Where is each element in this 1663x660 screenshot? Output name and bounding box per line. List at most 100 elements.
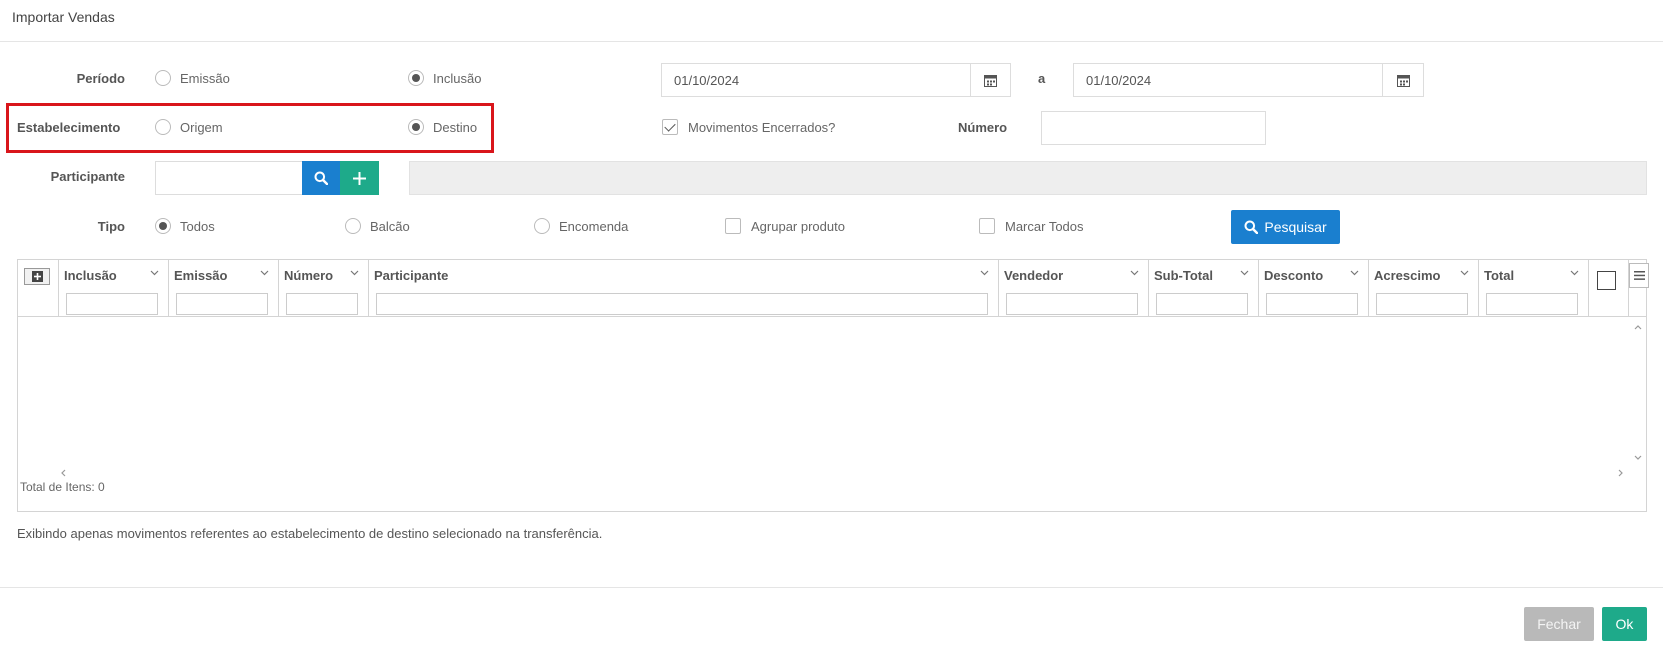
participante-add-button[interactable] bbox=[340, 161, 379, 195]
column-acrescimo[interactable]: Acrescimo bbox=[1369, 260, 1479, 317]
column-inclusao[interactable]: Inclusão bbox=[59, 260, 169, 317]
radio-label: Todos bbox=[180, 218, 215, 234]
column-title: Acrescimo bbox=[1374, 268, 1441, 283]
filter-inclusao-input[interactable] bbox=[66, 293, 158, 315]
grid-header: Inclusão Emissão Número Participante Ven… bbox=[18, 260, 1649, 317]
column-select bbox=[1589, 260, 1629, 317]
checkbox-label: Marcar Todos bbox=[1005, 218, 1084, 234]
filter-desconto-input[interactable] bbox=[1266, 293, 1358, 315]
footer-divider bbox=[0, 587, 1663, 588]
chevron-down-icon[interactable] bbox=[1240, 268, 1249, 277]
checkbox-movimentos-encerrados[interactable]: Movimentos Encerrados? bbox=[662, 119, 835, 135]
radio-circle bbox=[155, 70, 171, 86]
radio-label: Emissão bbox=[180, 70, 230, 86]
radio-circle-selected bbox=[408, 119, 424, 135]
chevron-down-icon[interactable] bbox=[1350, 268, 1359, 277]
dialog-title: Importar Vendas bbox=[12, 9, 115, 25]
participante-label: Participante bbox=[50, 169, 125, 184]
column-emissao[interactable]: Emissão bbox=[169, 260, 279, 317]
radio-tipo-balcao[interactable]: Balcão bbox=[345, 218, 410, 234]
column-desconto[interactable]: Desconto bbox=[1259, 260, 1369, 317]
hamburger-menu-icon bbox=[1633, 271, 1645, 280]
column-numero[interactable]: Número bbox=[279, 260, 369, 317]
checkbox-label: Movimentos Encerrados? bbox=[688, 119, 836, 135]
ok-button[interactable]: Ok bbox=[1602, 607, 1647, 641]
chevron-down-icon[interactable] bbox=[150, 268, 159, 277]
calendar-icon bbox=[1396, 74, 1410, 87]
radio-tipo-encomenda[interactable]: Encomenda bbox=[534, 218, 628, 234]
column-title: Total bbox=[1484, 268, 1515, 283]
info-text: Exibindo apenas movimentos referentes ao… bbox=[17, 526, 603, 541]
checkbox-unchecked bbox=[979, 218, 995, 234]
grid-body bbox=[18, 318, 1646, 498]
grid-menu-button[interactable] bbox=[1629, 263, 1649, 288]
pesquisar-button[interactable]: Pesquisar bbox=[1231, 210, 1340, 244]
radio-label: Origem bbox=[180, 119, 223, 135]
radio-label: Inclusão bbox=[433, 70, 482, 86]
date-from-calendar-button[interactable] bbox=[971, 63, 1011, 97]
participante-search-button[interactable] bbox=[302, 161, 340, 195]
date-from-input[interactable] bbox=[661, 63, 971, 97]
radio-circle-selected bbox=[408, 70, 424, 86]
checkbox-marcar-todos[interactable]: Marcar Todos bbox=[979, 218, 1084, 234]
numero-input[interactable] bbox=[1041, 111, 1266, 145]
checkbox-agrupar-produto[interactable]: Agrupar produto bbox=[725, 218, 845, 234]
column-sub-total[interactable]: Sub-Total bbox=[1149, 260, 1259, 317]
dialog-header: Importar Vendas bbox=[0, 0, 1663, 42]
filter-emissao-input[interactable] bbox=[176, 293, 268, 315]
column-vendedor[interactable]: Vendedor bbox=[999, 260, 1149, 317]
chevron-down-icon[interactable] bbox=[1130, 268, 1139, 277]
filter-vendedor-input[interactable] bbox=[1006, 293, 1138, 315]
column-title: Emissão bbox=[174, 268, 228, 283]
filter-participante-input[interactable] bbox=[376, 293, 988, 315]
search-icon bbox=[314, 171, 328, 185]
grid-expand-column bbox=[18, 260, 59, 317]
radio-tipo-todos[interactable]: Todos bbox=[155, 218, 215, 234]
scroll-down-icon[interactable] bbox=[1633, 453, 1643, 463]
filter-sub-total-input[interactable] bbox=[1156, 293, 1248, 315]
column-participante[interactable]: Participante bbox=[369, 260, 999, 317]
checkbox-unchecked bbox=[725, 218, 741, 234]
chevron-down-icon[interactable] bbox=[350, 268, 359, 277]
periodo-label: Período bbox=[76, 71, 125, 86]
column-title: Participante bbox=[374, 268, 449, 283]
radio-label: Balcão bbox=[370, 218, 410, 234]
chevron-down-icon[interactable] bbox=[260, 268, 269, 277]
chevron-down-icon[interactable] bbox=[1570, 268, 1579, 277]
numero-label: Número bbox=[958, 120, 1008, 135]
scroll-up-icon[interactable] bbox=[1633, 322, 1643, 332]
total-itens-label: Total de Itens: 0 bbox=[20, 480, 105, 494]
scroll-left-icon[interactable] bbox=[58, 468, 68, 478]
radio-circle bbox=[155, 119, 171, 135]
filter-acrescimo-input[interactable] bbox=[1376, 293, 1468, 315]
radio-periodo-emissao[interactable]: Emissão bbox=[155, 70, 230, 86]
scroll-right-icon[interactable] bbox=[1616, 468, 1626, 478]
radio-estabelecimento-origem[interactable]: Origem bbox=[155, 119, 223, 135]
filter-total-input[interactable] bbox=[1486, 293, 1578, 315]
expand-all-button[interactable] bbox=[24, 268, 50, 285]
plus-icon bbox=[353, 171, 366, 185]
chevron-down-icon[interactable] bbox=[1460, 268, 1469, 277]
column-title: Sub-Total bbox=[1154, 268, 1213, 283]
radio-circle bbox=[534, 218, 550, 234]
date-to-calendar-button[interactable] bbox=[1383, 63, 1424, 97]
participante-input[interactable] bbox=[155, 161, 303, 195]
column-total[interactable]: Total bbox=[1479, 260, 1589, 317]
radio-estabelecimento-destino[interactable]: Destino bbox=[408, 119, 477, 135]
date-to-input[interactable] bbox=[1073, 63, 1383, 97]
filter-numero-input[interactable] bbox=[286, 293, 358, 315]
chevron-down-icon[interactable] bbox=[980, 268, 989, 277]
plus-square-icon bbox=[31, 271, 43, 282]
fechar-button[interactable]: Fechar bbox=[1524, 607, 1594, 641]
radio-periodo-inclusao[interactable]: Inclusão bbox=[408, 70, 481, 86]
radio-circle bbox=[345, 218, 361, 234]
radio-circle-selected bbox=[155, 218, 171, 234]
pesquisar-label: Pesquisar bbox=[1264, 219, 1327, 235]
date-range-separator: a bbox=[1038, 71, 1046, 86]
checkbox-checked bbox=[662, 119, 678, 135]
column-title: Inclusão bbox=[64, 268, 117, 283]
radio-label: Encomenda bbox=[559, 218, 629, 234]
select-all-checkbox[interactable] bbox=[1597, 271, 1616, 290]
column-title: Desconto bbox=[1264, 268, 1324, 283]
vendas-grid: Inclusão Emissão Número Participante Ven… bbox=[17, 259, 1649, 512]
